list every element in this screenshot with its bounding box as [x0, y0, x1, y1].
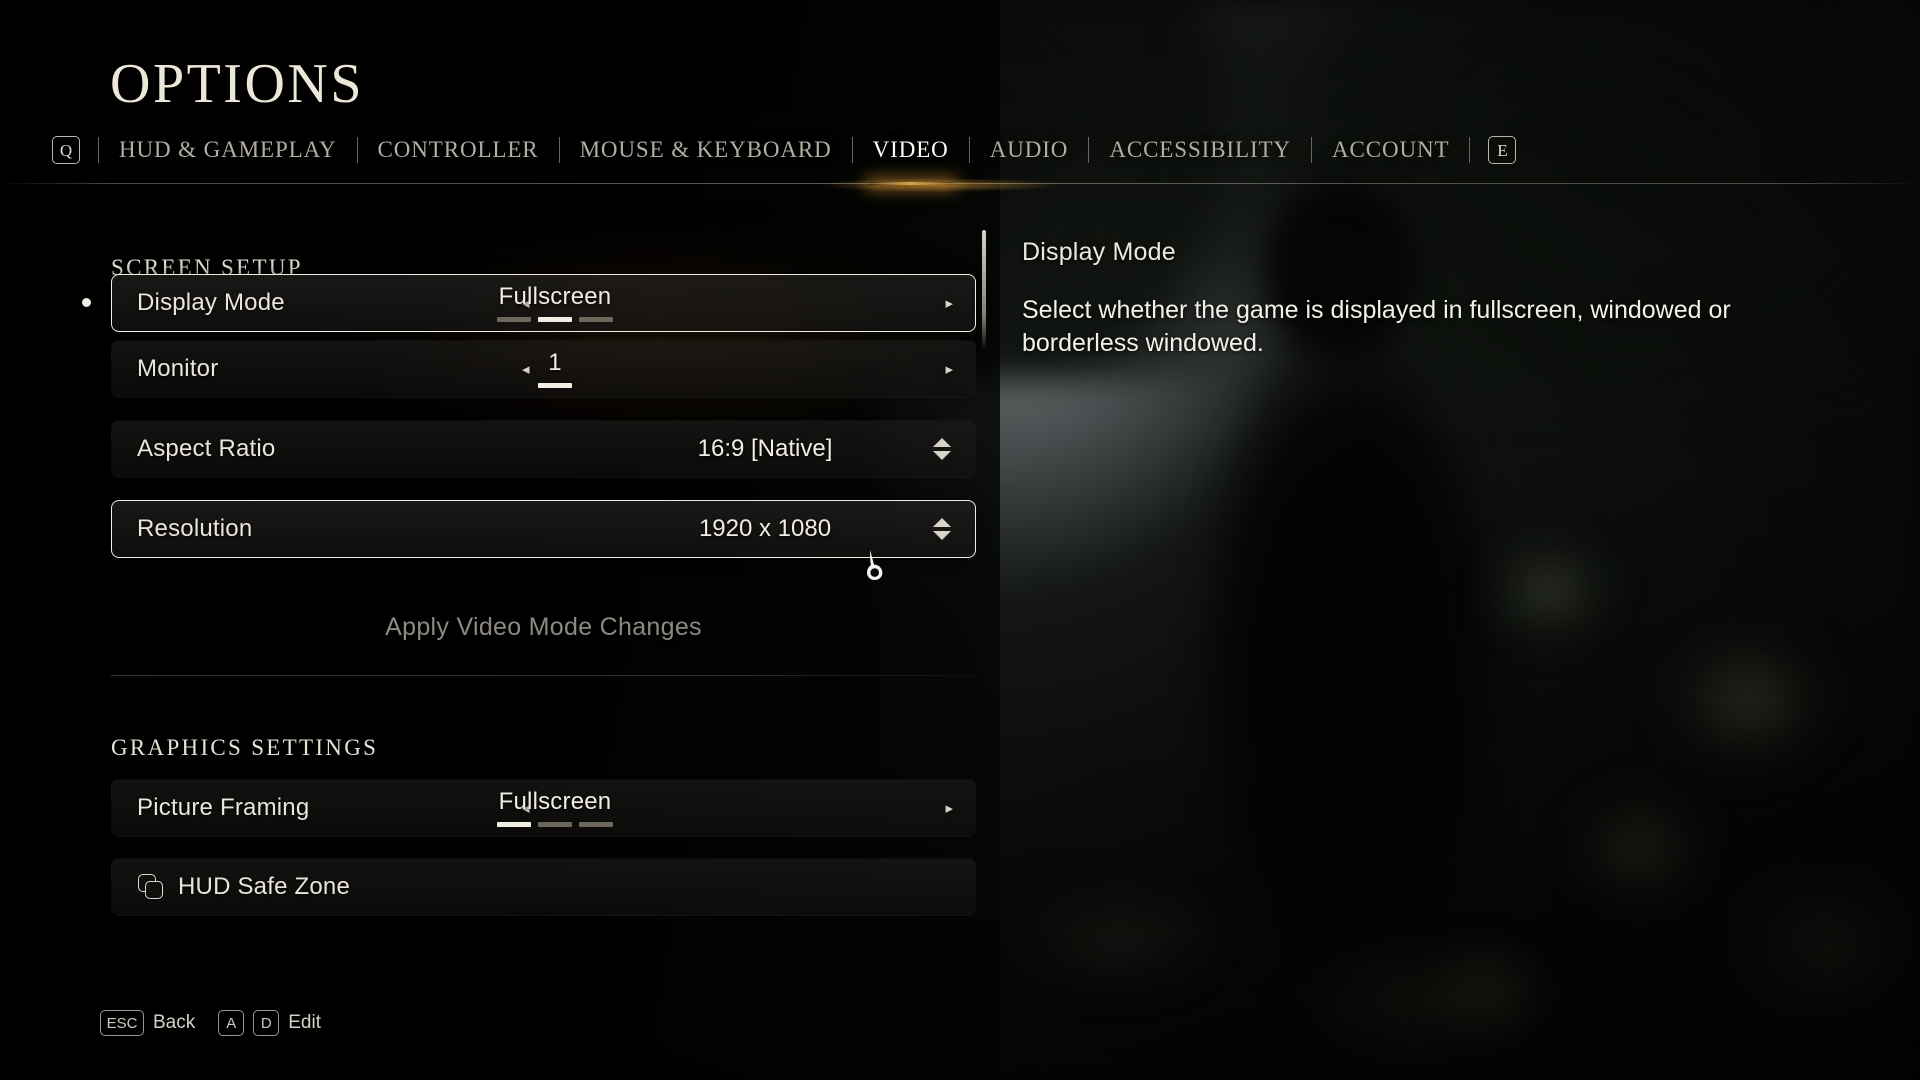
setting-label-picture-framing: Picture Framing: [137, 794, 310, 821]
selection-bullet: [82, 298, 91, 307]
setting-value-resolution: 1920 x 1080: [698, 515, 832, 542]
key-hint-a[interactable]: A: [218, 1010, 245, 1036]
setting-label-monitor: Monitor: [137, 355, 219, 382]
setting-value-monitor: 1: [548, 348, 562, 376]
description-panel: Display Mode Select whether the game is …: [982, 230, 1782, 359]
increment-arrow-display-mode[interactable]: ▸: [945, 296, 953, 311]
setting-value-aspect-ratio: 16:9 [Native]: [697, 435, 833, 462]
setting-label-resolution: Resolution: [137, 515, 253, 542]
tab-separator: [1469, 137, 1471, 163]
setting-value-picture-framing: Fullscreen: [498, 787, 612, 815]
tab-accessibility[interactable]: ACCESSIBILITY: [1089, 137, 1311, 163]
segment: [579, 822, 613, 828]
chevron-up-icon[interactable]: [933, 438, 951, 447]
setting-row-picture-framing[interactable]: Picture Framing ◂ Fullscreen ▸: [111, 779, 976, 837]
next-tab-key[interactable]: E: [1488, 136, 1517, 164]
segment-active: [538, 317, 572, 323]
mouse-cursor: [867, 550, 883, 580]
setting-row-aspect-ratio[interactable]: Aspect Ratio 16:9 [Native]: [111, 420, 976, 478]
setting-value-group-display-mode: Fullscreen: [345, 282, 765, 323]
square-front: [145, 881, 163, 899]
settings-column: SCREEN SETUP Display Mode ◂ Fullscreen ▸…: [0, 0, 1000, 1080]
setting-value-display-mode: Fullscreen: [498, 282, 612, 310]
setting-label-display-mode: Display Mode: [137, 289, 285, 316]
key-hint-back-label: Back: [153, 1012, 196, 1033]
key-hint-d[interactable]: D: [253, 1010, 280, 1036]
segment: [497, 317, 531, 323]
setting-row-display-mode[interactable]: Display Mode ◂ Fullscreen ▸: [111, 274, 976, 332]
setting-row-hud-safe-zone[interactable]: HUD Safe Zone: [111, 858, 976, 916]
chevron-up-icon[interactable]: [933, 518, 951, 527]
setting-row-monitor[interactable]: Monitor ◂ 1 ▸: [111, 340, 976, 398]
increment-arrow-picture-framing[interactable]: ▸: [945, 801, 953, 816]
description-title: Display Mode: [1022, 238, 1176, 266]
section-divider: [111, 675, 976, 676]
segment-active: [497, 822, 531, 828]
setting-value-group-picture-framing: Fullscreen: [345, 787, 765, 828]
key-hint-esc[interactable]: ESC: [100, 1010, 144, 1036]
stepper-aspect-ratio[interactable]: [933, 438, 951, 460]
segment: [538, 822, 572, 828]
setting-value-group-monitor: 1: [345, 348, 765, 389]
segment-indicator-monitor: [538, 383, 572, 389]
stepper-resolution[interactable]: [933, 518, 951, 540]
increment-arrow-monitor[interactable]: ▸: [945, 362, 953, 377]
chevron-down-icon[interactable]: [933, 451, 951, 460]
tab-account[interactable]: ACCOUNT: [1312, 137, 1469, 163]
segment-active: [538, 383, 572, 389]
overlapping-squares-icon: [138, 874, 164, 900]
description-body: Select whether the game is displayed in …: [1022, 296, 1731, 357]
key-hint-edit-label: Edit: [288, 1012, 321, 1033]
description-accent-bar: [982, 230, 986, 350]
setting-label-aspect-ratio: Aspect Ratio: [137, 435, 276, 462]
footer-key-hints: ESC Back A D Edit: [100, 1010, 321, 1036]
segment-indicator-picture-framing: [497, 822, 613, 828]
segment: [579, 317, 613, 323]
apply-video-mode-changes-button[interactable]: Apply Video Mode Changes: [111, 613, 976, 642]
setting-row-resolution[interactable]: Resolution 1920 x 1080: [111, 500, 976, 558]
section-title-graphics-settings: GRAPHICS SETTINGS: [111, 735, 379, 760]
chevron-down-icon[interactable]: [933, 531, 951, 540]
segment-indicator-display-mode: [497, 317, 613, 323]
setting-label-hud-safe-zone: HUD Safe Zone: [178, 873, 351, 900]
